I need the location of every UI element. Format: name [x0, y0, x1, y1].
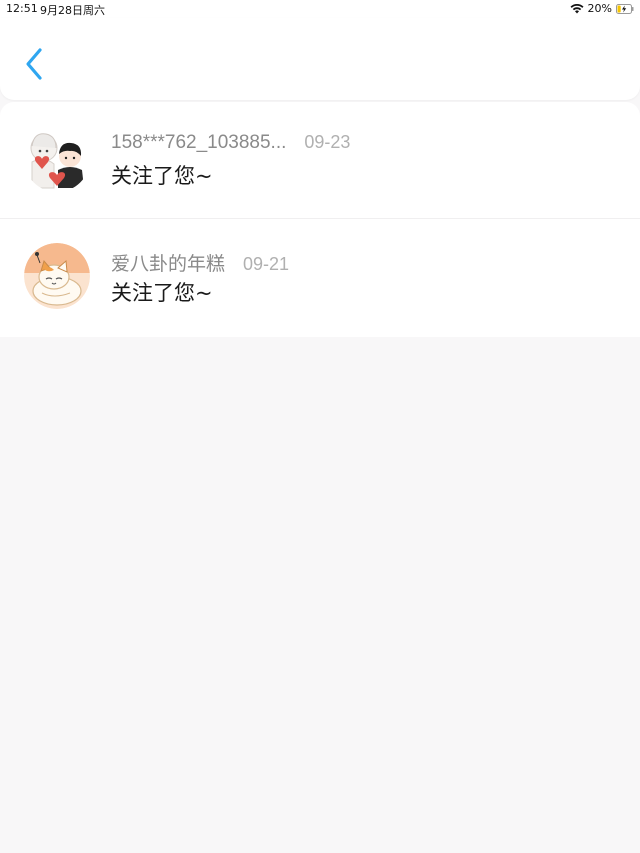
status-bar: 12:51 9月28日周六 20%: [0, 0, 640, 18]
wifi-icon: [570, 3, 584, 14]
notification-date: 09-21: [243, 254, 290, 274]
username[interactable]: 158***762_103885...: [111, 132, 286, 154]
notification-message: 关注了您~: [111, 281, 213, 305]
list-item[interactable]: 爱八卦的年糕 09-21 关注了您~: [0, 219, 640, 337]
name-row: 爱八卦的年糕 09-21: [111, 249, 289, 276]
navigation-bar: [0, 18, 640, 100]
follower-notification-list: 158***762_103885... 09-23 关注了您~ 爱八卦的年糕 0…: [0, 102, 640, 337]
status-time: 12:51: [6, 2, 38, 15]
chevron-left-icon: [26, 48, 42, 80]
battery-percent: 20%: [587, 2, 612, 15]
name-row: 158***762_103885... 09-23: [111, 132, 350, 154]
avatar[interactable]: [24, 243, 90, 309]
notification-message: 关注了您~: [111, 164, 213, 188]
username[interactable]: 爱八卦的年糕: [111, 249, 225, 276]
list-item[interactable]: 158***762_103885... 09-23 关注了您~: [0, 102, 640, 219]
battery-charging-icon: [616, 3, 634, 14]
avatar[interactable]: [24, 126, 90, 192]
status-indicators: 20%: [570, 2, 634, 15]
status-date: 9月28日周六: [40, 4, 105, 17]
back-button[interactable]: [18, 44, 50, 84]
notification-date: 09-23: [304, 132, 351, 152]
cat-avatar-icon: [24, 243, 90, 309]
couple-love-you-avatar-icon: [24, 126, 90, 192]
